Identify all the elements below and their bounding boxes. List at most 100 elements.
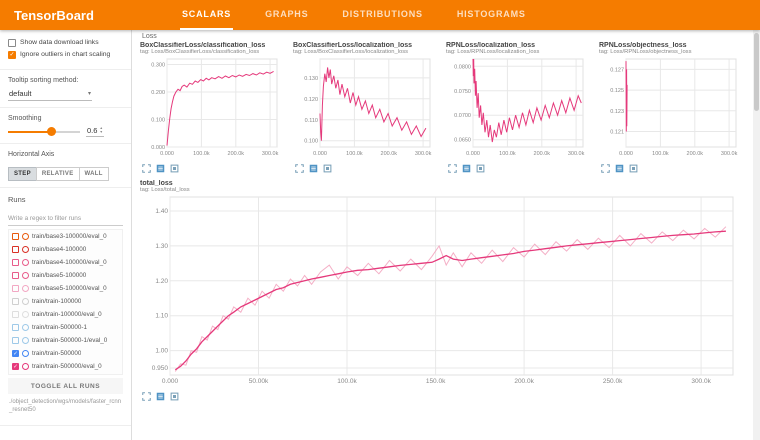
tooltip-sort-select[interactable]: default ▾ <box>8 88 92 101</box>
chart-tag: tag: Loss/RPNLoss/localization_loss <box>446 49 594 55</box>
run-color-circle-icon[interactable] <box>22 363 29 370</box>
run-checkbox[interactable] <box>12 311 19 318</box>
expand-chart-icon[interactable] <box>448 164 457 173</box>
run-row[interactable]: ✓train/train-500000 <box>9 347 122 360</box>
run-selector-icon[interactable] <box>615 164 624 173</box>
smoothing-value-input[interactable]: 0.6 ▲▼ <box>86 126 104 137</box>
run-name: train/base5-100000/eval_0 <box>32 285 107 292</box>
chart-card: RPNLoss/objectness_losstag: Loss/RPNLoss… <box>599 42 747 173</box>
sidebar: Show data download links ✓Ignore outliers… <box>0 30 132 440</box>
svg-text:200.0k: 200.0k <box>687 151 704 157</box>
runs-filter-input[interactable] <box>8 213 123 226</box>
svg-text:0.000: 0.000 <box>466 151 480 157</box>
vertical-scrollbar[interactable] <box>753 30 760 440</box>
run-selector-icon[interactable] <box>462 164 471 173</box>
run-color-circle-icon[interactable] <box>22 285 29 292</box>
run-row[interactable]: train/train-500000-1/eval_0 <box>9 334 122 347</box>
axis-button-wall[interactable]: WALL <box>79 167 109 181</box>
line-chart[interactable]: 0.1210.1230.1250.1270.000100.0k200.0k300… <box>599 56 741 158</box>
run-row[interactable]: train/base5-100000/eval_0 <box>9 282 122 295</box>
fit-domain-icon[interactable] <box>629 164 638 173</box>
line-chart[interactable]: 0.9501.001.101.201.301.400.00050.00k100.… <box>140 194 738 386</box>
axis-button-relative[interactable]: RELATIVE <box>36 167 80 181</box>
tooltip-sort-label: Tooltip sorting method: <box>8 77 123 84</box>
app-logo: TensorBoard <box>0 8 140 23</box>
run-row[interactable]: ✓train/train-500000/eval_0 <box>9 360 122 373</box>
svg-text:300.0k: 300.0k <box>262 151 279 157</box>
run-checkbox[interactable] <box>12 298 19 305</box>
runs-list: train/base3-100000/eval_0train/base4-100… <box>8 229 123 375</box>
svg-text:1.30: 1.30 <box>155 243 168 250</box>
chart-plot: 0.0000.1000.2000.3000.000100.0k200.0k300… <box>140 56 288 163</box>
run-color-circle-icon[interactable] <box>22 233 29 240</box>
chart-card: BoxClassifierLoss/localization_losstag: … <box>293 42 441 173</box>
svg-text:200.0k: 200.0k <box>514 378 534 385</box>
run-row[interactable]: train/base4-100000/eval_0 <box>9 256 122 269</box>
svg-text:0.950: 0.950 <box>152 365 169 372</box>
expand-chart-icon[interactable] <box>142 164 151 173</box>
run-color-circle-icon[interactable] <box>22 298 29 305</box>
run-checkbox[interactable] <box>12 233 19 240</box>
run-row[interactable]: train/train-100000/eval_0 <box>9 308 122 321</box>
run-selector-icon[interactable] <box>309 164 318 173</box>
run-row[interactable]: train/base4-100000 <box>9 243 122 256</box>
run-color-circle-icon[interactable] <box>22 337 29 344</box>
run-selector-icon[interactable] <box>156 164 165 173</box>
run-checkbox[interactable] <box>12 285 19 292</box>
spinner-arrows-icon[interactable]: ▲▼ <box>99 127 102 134</box>
svg-text:100.0k: 100.0k <box>193 151 210 157</box>
tab-distributions[interactable]: DISTRIBUTIONS <box>340 0 424 30</box>
checkbox-icon[interactable]: ✓ <box>8 51 16 59</box>
option-checkbox-row[interactable]: Show data download links <box>8 39 123 47</box>
run-checkbox[interactable]: ✓ <box>12 363 19 370</box>
line-chart[interactable]: 0.1000.1100.1200.1300.000100.0k200.0k300… <box>293 56 435 158</box>
svg-text:1.40: 1.40 <box>155 208 168 215</box>
tab-graphs[interactable]: GRAPHS <box>263 0 310 30</box>
svg-text:0.300: 0.300 <box>151 63 165 69</box>
scrollbar-thumb[interactable] <box>754 33 759 111</box>
runs-directory-path: ./object_detection/wgs/models/faster_rcn… <box>8 394 123 418</box>
run-color-circle-icon[interactable] <box>22 311 29 318</box>
category-loss-header[interactable]: Loss <box>142 33 756 40</box>
svg-text:0.121: 0.121 <box>610 130 624 136</box>
run-checkbox[interactable] <box>12 272 19 279</box>
run-color-circle-icon[interactable] <box>22 259 29 266</box>
checkbox-icon[interactable] <box>8 39 16 47</box>
slider-thumb[interactable] <box>47 127 56 136</box>
chevron-down-icon: ▾ <box>88 90 91 97</box>
chart-tag: tag: Loss/BoxClassifierLoss/localization… <box>293 49 441 55</box>
run-row[interactable]: train/train-100000 <box>9 295 122 308</box>
run-checkbox[interactable] <box>12 337 19 344</box>
expand-chart-icon[interactable] <box>142 392 151 401</box>
expand-chart-icon[interactable] <box>601 164 610 173</box>
run-selector-icon[interactable] <box>156 392 165 401</box>
svg-text:0.123: 0.123 <box>610 109 624 115</box>
run-checkbox[interactable] <box>12 259 19 266</box>
svg-text:0.100: 0.100 <box>304 139 318 145</box>
svg-text:100.0k: 100.0k <box>499 151 516 157</box>
option-checkbox-row[interactable]: ✓Ignore outliers in chart scaling <box>8 51 123 59</box>
fit-domain-icon[interactable] <box>170 392 179 401</box>
run-checkbox[interactable]: ✓ <box>12 350 19 357</box>
run-color-circle-icon[interactable] <box>22 246 29 253</box>
expand-chart-icon[interactable] <box>295 164 304 173</box>
run-name: train/train-500000-1/eval_0 <box>32 337 107 344</box>
run-checkbox[interactable] <box>12 324 19 331</box>
run-checkbox[interactable] <box>12 246 19 253</box>
run-color-circle-icon[interactable] <box>22 324 29 331</box>
run-row[interactable]: train/base3-100000/eval_0 <box>9 230 122 243</box>
run-color-circle-icon[interactable] <box>22 350 29 357</box>
fit-domain-icon[interactable] <box>170 164 179 173</box>
fit-domain-icon[interactable] <box>476 164 485 173</box>
tab-histograms[interactable]: HISTOGRAMS <box>455 0 528 30</box>
run-color-circle-icon[interactable] <box>22 272 29 279</box>
run-row[interactable]: train/train-500000-1 <box>9 321 122 334</box>
toggle-all-runs-button[interactable]: TOGGLE ALL RUNS <box>8 378 123 394</box>
fit-domain-icon[interactable] <box>323 164 332 173</box>
tab-scalars[interactable]: SCALARS <box>180 0 233 30</box>
run-row[interactable]: train/base5-100000 <box>9 269 122 282</box>
smoothing-slider[interactable] <box>8 126 80 137</box>
line-chart[interactable]: 0.06500.07000.07500.08000.000100.0k200.0… <box>446 56 588 158</box>
axis-button-step[interactable]: STEP <box>8 167 37 181</box>
line-chart[interactable]: 0.0000.1000.2000.3000.000100.0k200.0k300… <box>140 56 282 158</box>
